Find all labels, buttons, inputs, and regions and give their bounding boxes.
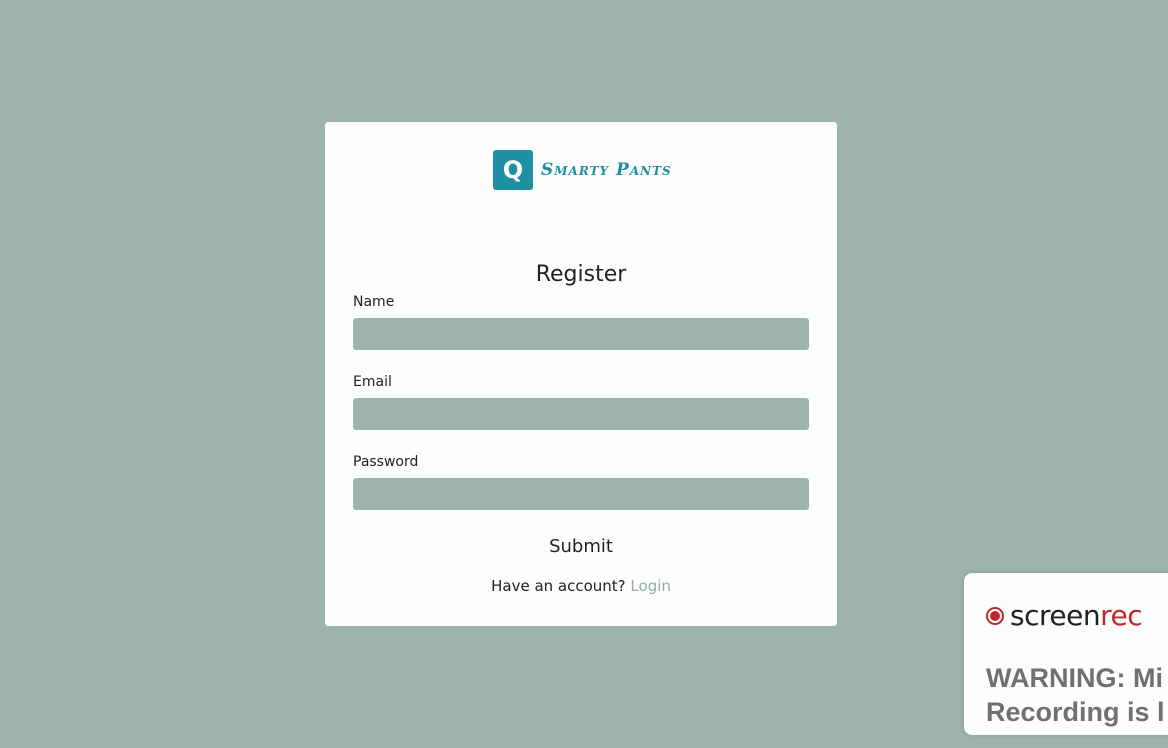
email-field[interactable] (353, 398, 809, 430)
email-label: Email (353, 374, 392, 390)
screenrec-logo: screenrec (986, 599, 1143, 632)
screenrec-wordmark: screenrec (1010, 599, 1143, 632)
screenrec-overlay: screenrec WARNING: Mi Recording is l (964, 573, 1168, 735)
recording-warning: WARNING: Mi Recording is l (986, 661, 1168, 729)
login-link[interactable]: Login (630, 577, 670, 595)
brand-logo: Q Smarty Pants (493, 150, 672, 190)
screenrec-suffix: rec (1100, 599, 1143, 632)
name-field[interactable] (353, 318, 809, 350)
brand-name: Smarty Pants (541, 160, 672, 180)
warning-line-1: WARNING: Mi (986, 663, 1163, 693)
name-label: Name (353, 294, 395, 310)
account-prompt-line: Have an account? Login (325, 577, 837, 595)
form-title: Register (535, 262, 627, 287)
record-icon (986, 606, 1004, 625)
brand-mark-letter: Q (502, 156, 524, 184)
warning-line-2: Recording is l (986, 697, 1165, 727)
screenrec-prefix: screen (1010, 599, 1101, 632)
register-card: Q Smarty Pants Register Name Email Passw… (325, 122, 837, 626)
brand-mark-icon: Q (493, 150, 533, 190)
password-field[interactable] (353, 478, 809, 510)
password-label: Password (353, 454, 419, 470)
submit-button[interactable]: Submit (531, 532, 631, 560)
account-prompt-text: Have an account? (491, 577, 626, 595)
